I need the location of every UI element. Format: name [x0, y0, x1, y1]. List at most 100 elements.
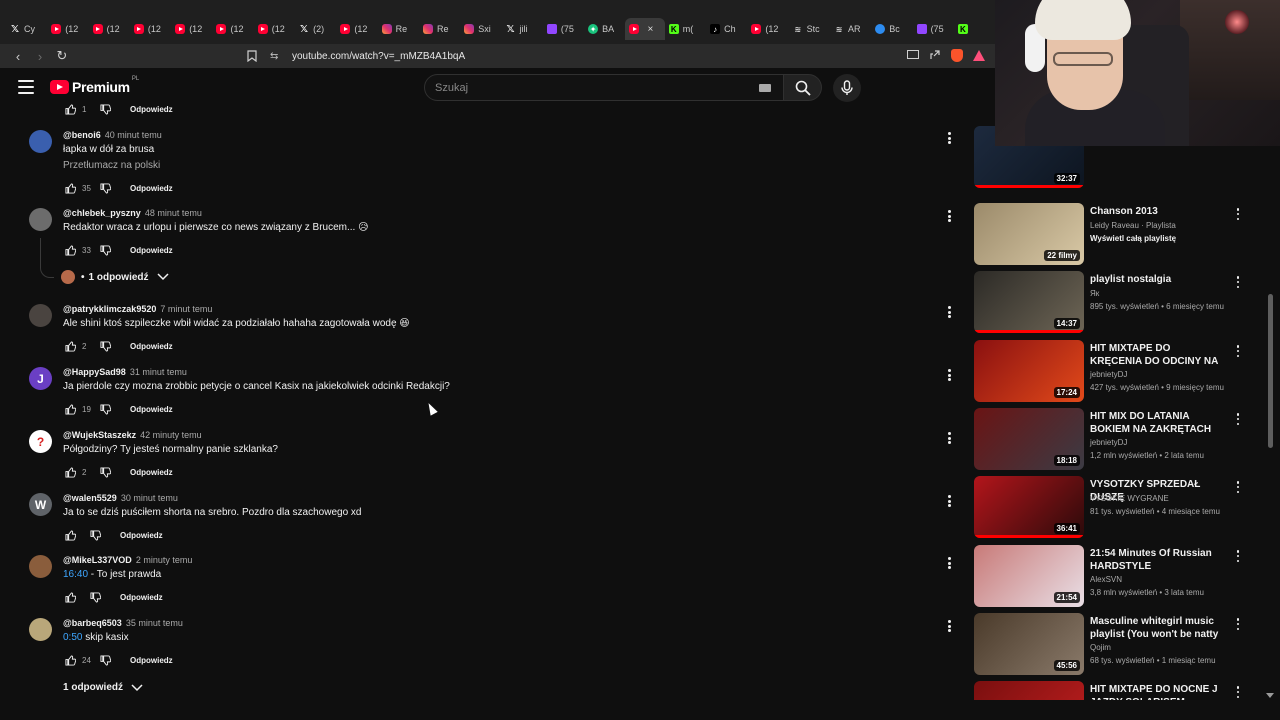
- comment-more-options-icon[interactable]: [943, 430, 955, 446]
- browser-tab[interactable]: K: [954, 18, 995, 40]
- avatar[interactable]: [29, 130, 52, 153]
- voice-search-button[interactable]: [833, 74, 861, 102]
- dislike-icon[interactable]: [88, 590, 102, 604]
- video-title[interactable]: Masculine whitegirl music playlist (You …: [1090, 615, 1220, 642]
- video-title[interactable]: Chanson 2013: [1090, 205, 1220, 218]
- browser-tab[interactable]: 𝕏 Cy: [6, 18, 47, 40]
- comment-more-options-icon[interactable]: [943, 618, 955, 634]
- site-info-icon[interactable]: ⇆: [270, 51, 284, 62]
- browser-tab[interactable]: 𝕏 (2): [295, 18, 336, 40]
- channel-name[interactable]: Як: [1090, 289, 1099, 298]
- reply-button[interactable]: Odpowiedz: [120, 593, 163, 602]
- timestamp-link[interactable]: 0:50: [63, 632, 82, 643]
- like-icon[interactable]: [63, 339, 77, 353]
- comment-time[interactable]: 30 minut temu: [121, 493, 178, 503]
- rewards-icon[interactable]: [971, 46, 987, 64]
- scrollbar-thumb[interactable]: [1268, 294, 1273, 448]
- browser-tab[interactable]: 𝕏jili: [502, 18, 543, 40]
- comment-author[interactable]: @walen5529: [63, 493, 117, 503]
- browser-tab[interactable]: (12: [171, 18, 212, 40]
- video-more-options-icon[interactable]: [1234, 412, 1242, 426]
- video-thumbnail[interactable]: 22 filmy: [974, 203, 1084, 265]
- scroll-down-arrow[interactable]: [1266, 693, 1274, 698]
- comment-author[interactable]: @MikeL337VOD: [63, 555, 132, 565]
- reply-button[interactable]: Odpowiedz: [130, 342, 173, 351]
- avatar[interactable]: ?: [29, 430, 52, 453]
- video-thumbnail[interactable]: 36:41: [974, 476, 1084, 538]
- video-thumbnail[interactable]: [974, 681, 1084, 700]
- reply-button[interactable]: Odpowiedz: [130, 656, 173, 665]
- dislike-icon[interactable]: [98, 243, 112, 257]
- video-more-options-icon[interactable]: [1234, 685, 1242, 699]
- dislike-icon[interactable]: [98, 402, 112, 416]
- channel-name[interactable]: jebnietyDJ: [1090, 438, 1127, 447]
- comment-more-options-icon[interactable]: [943, 208, 955, 224]
- like-icon[interactable]: [63, 653, 77, 667]
- comment-more-options-icon[interactable]: [943, 130, 955, 146]
- avatar[interactable]: [29, 304, 52, 327]
- back-button[interactable]: ‹: [8, 46, 28, 66]
- menu-icon[interactable]: [18, 80, 34, 94]
- dislike-icon[interactable]: [98, 653, 112, 667]
- video-thumbnail[interactable]: 18:18: [974, 408, 1084, 470]
- channel-name[interactable]: jebnietyDJ: [1090, 370, 1127, 379]
- address-bar[interactable]: ⇆ youtube.com/watch?v=_mMZB4A1bqA: [270, 46, 465, 66]
- page-scrollbar[interactable]: [1266, 280, 1274, 700]
- comment-more-options-icon[interactable]: [943, 493, 955, 509]
- video-more-options-icon[interactable]: [1234, 344, 1242, 358]
- video-title[interactable]: playlist nostalgia: [1090, 273, 1220, 286]
- channel-name[interactable]: AlexSVN: [1090, 575, 1122, 584]
- comment-author[interactable]: @chlebek_pyszny: [63, 208, 141, 218]
- reply-button[interactable]: Odpowiedz: [130, 184, 173, 193]
- recommended-video-card[interactable]: 17:24 HIT MIXTAPE DO KRĘCENIA DO ODCINY N…: [972, 340, 1252, 402]
- recommended-video-card[interactable]: 36:41 VYSOTZKY SPRZEDAŁ DUSZĘ VYSOKIE WYGR…: [972, 476, 1252, 538]
- comment-time[interactable]: 48 minut temu: [145, 208, 202, 218]
- comment-time[interactable]: 42 minuty temu: [140, 430, 202, 440]
- avatar[interactable]: [29, 618, 52, 641]
- like-icon[interactable]: [63, 528, 77, 542]
- comment-more-options-icon[interactable]: [943, 555, 955, 571]
- video-thumbnail[interactable]: 45:56: [974, 613, 1084, 675]
- browser-tab[interactable]: Km(: [665, 18, 706, 40]
- recommended-video-card[interactable]: 22 filmy Chanson 2013 Leidy Raveau · Playl…: [972, 203, 1252, 265]
- comment-time[interactable]: 40 minut temu: [105, 130, 162, 140]
- video-more-options-icon[interactable]: [1234, 617, 1242, 631]
- cast-icon[interactable]: [905, 46, 921, 64]
- like-icon[interactable]: [63, 590, 77, 604]
- brave-shields-icon[interactable]: [949, 46, 965, 64]
- like-icon[interactable]: [63, 243, 77, 257]
- browser-tab[interactable]: Re: [419, 18, 460, 40]
- browser-tab[interactable]: Bc: [871, 18, 912, 40]
- browser-tab[interactable]: ✦ BA: [584, 18, 625, 40]
- video-more-options-icon[interactable]: [1234, 549, 1242, 563]
- browser-tab[interactable]: (12: [336, 18, 377, 40]
- channel-name[interactable]: VYSOKIE WYGRANE: [1090, 494, 1169, 503]
- comment-author[interactable]: @WujekStaszekz: [63, 430, 136, 440]
- dislike-icon[interactable]: [98, 339, 112, 353]
- keyboard-icon[interactable]: [759, 84, 771, 92]
- video-thumbnail[interactable]: 14:37: [974, 271, 1084, 333]
- comment-author[interactable]: @barbeq6503: [63, 618, 122, 628]
- comment-author[interactable]: @HappySad98: [63, 367, 126, 377]
- comment-time[interactable]: 31 minut temu: [130, 367, 187, 377]
- video-thumbnail[interactable]: 17:24: [974, 340, 1084, 402]
- tab-close-icon[interactable]: ×: [647, 24, 653, 35]
- youtube-premium-logo[interactable]: Premium PL: [50, 76, 139, 95]
- browser-tab[interactable]: (12: [89, 18, 130, 40]
- recommended-video-card[interactable]: HIT MIXTAPE DO NOCNE J JAZDY SOLARISEM: [972, 681, 1252, 700]
- reply-button[interactable]: Odpowiedz: [130, 405, 173, 414]
- bookmark-icon[interactable]: [242, 46, 262, 66]
- comment-time[interactable]: 35 minut temu: [126, 618, 183, 628]
- avatar[interactable]: [29, 555, 52, 578]
- dislike-icon[interactable]: [98, 181, 112, 195]
- comment-more-options-icon[interactable]: [943, 304, 955, 320]
- channel-name[interactable]: Leidy Raveau · Playlista: [1090, 221, 1176, 230]
- comment-author[interactable]: @patrykklimczak9520: [63, 304, 156, 314]
- reply-button[interactable]: Odpowiedz: [130, 246, 173, 255]
- browser-tab[interactable]: (12: [254, 18, 295, 40]
- share-icon[interactable]: [927, 46, 943, 64]
- dislike-icon[interactable]: [88, 528, 102, 542]
- recommended-video-card[interactable]: 18:18 HIT MIX DO LATANIA BOKIEM NA ZAKRĘT…: [972, 408, 1252, 470]
- video-title[interactable]: HIT MIXTAPE DO KRĘCENIA DO ODCINY NA ...: [1090, 342, 1220, 369]
- dislike-icon[interactable]: [98, 465, 112, 479]
